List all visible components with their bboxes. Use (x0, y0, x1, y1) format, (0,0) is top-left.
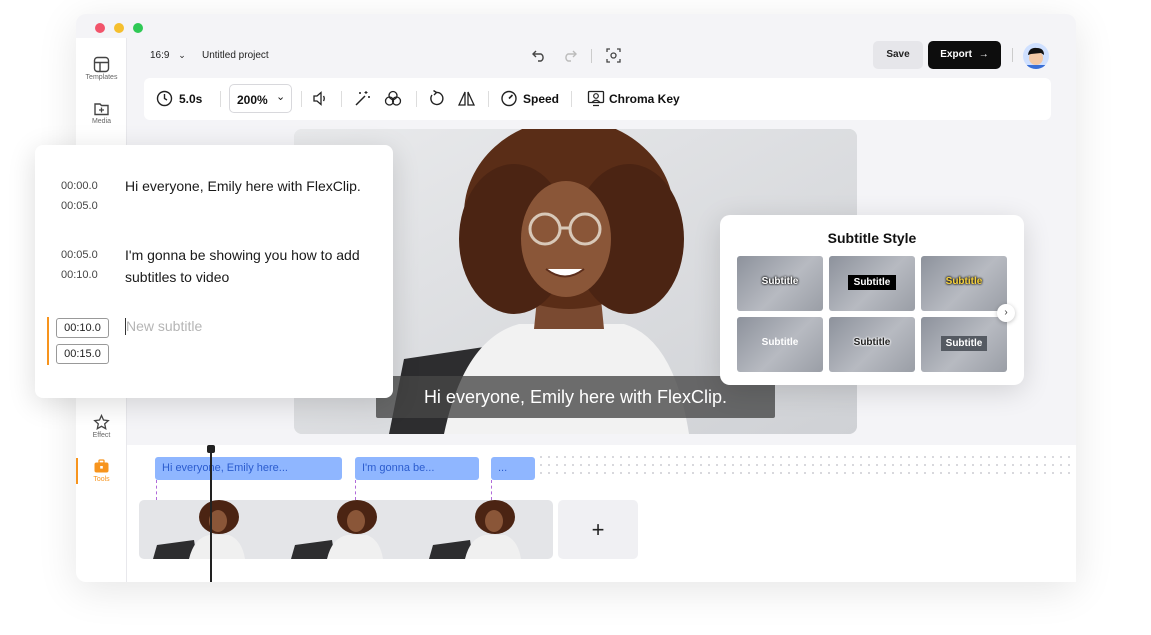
subtitle-clip[interactable]: ... (491, 457, 535, 480)
toolbar-divider (220, 91, 221, 107)
preview-caption[interactable]: Hi everyone, Emily here with FlexClip. (376, 376, 775, 418)
toolbar-divider (301, 91, 302, 107)
sidebar-label-tools: Tools (93, 476, 110, 483)
style-tile-label: Subtitle (853, 337, 891, 348)
sidebar-label-templates: Templates (85, 74, 118, 81)
style-tile-black-box[interactable]: Subtitle (829, 256, 915, 311)
subtitle-start-time[interactable]: 00:05.0 (61, 249, 98, 261)
new-subtitle-start-input[interactable]: 00:10.0 (56, 318, 109, 338)
style-tile-label: Subtitle (761, 276, 799, 287)
subtitle-end-time[interactable]: 00:05.0 (61, 200, 98, 212)
style-tile-label: Subtitle (941, 336, 987, 351)
edit-toolbar: 5.0s 200% ⌄ Speed Chroma Key (144, 78, 1051, 120)
redo-icon[interactable] (563, 49, 577, 62)
style-next-button[interactable]: › (997, 304, 1015, 322)
chevron-down-icon: ⌄ (276, 91, 286, 103)
sidebar-item-tools[interactable]: Tools (76, 458, 127, 483)
editing-indicator (47, 317, 49, 365)
filter-icon[interactable] (384, 90, 402, 107)
flip-icon[interactable] (457, 90, 476, 107)
speed-icon (501, 90, 517, 107)
style-tile-label: Subtitle (848, 275, 896, 290)
style-tile-white-outline[interactable]: Subtitle (829, 317, 915, 372)
chroma-key-icon (587, 90, 605, 107)
sidebar-label-media: Media (91, 118, 112, 125)
playhead[interactable] (210, 446, 212, 582)
new-subtitle-end-input[interactable]: 00:15.0 (56, 344, 109, 364)
toolbar-divider (341, 91, 342, 107)
subtitle-start-time[interactable]: 00:00.0 (61, 180, 98, 192)
toolbar-divider (488, 91, 489, 107)
duration-value[interactable]: 5.0s (179, 92, 202, 106)
project-name[interactable]: Untitled project (202, 50, 269, 61)
topbar-divider-right (1012, 48, 1013, 62)
style-tile-plain[interactable]: Subtitle (737, 317, 823, 372)
subtitle-style-title: Subtitle Style (827, 230, 917, 246)
style-tile-outline[interactable]: Subtitle (737, 256, 823, 311)
style-tile-label: Subtitle (761, 337, 799, 348)
aspect-ratio-value: 16:9 (150, 50, 170, 61)
style-tile-gray-box[interactable]: Subtitle (921, 317, 1007, 372)
subtitle-list-panel: 00:00.0 00:05.0 Hi everyone, Emily here … (35, 145, 393, 398)
clip-marker (355, 480, 356, 500)
chevron-down-icon: ⌄ (178, 50, 186, 60)
subtitle-clip[interactable]: Hi everyone, Emily here... (155, 457, 342, 480)
video-thumbnails (139, 500, 553, 559)
save-button[interactable]: Save (873, 41, 923, 69)
subtitle-clip[interactable]: I'm gonna be... (355, 457, 479, 480)
clip-marker (156, 480, 157, 500)
zoom-select[interactable]: 200% ⌄ (229, 84, 292, 113)
sidebar-item-effect[interactable]: Effect (76, 414, 127, 439)
style-tile-yellow[interactable]: Subtitle (921, 256, 1007, 311)
effect-icon (93, 414, 110, 430)
subtitle-text[interactable]: Hi everyone, Emily here with FlexClip. (125, 175, 385, 197)
templates-icon (93, 56, 110, 73)
media-icon (94, 103, 109, 116)
topbar-divider (591, 49, 592, 63)
chevron-right-icon: › (1004, 307, 1008, 318)
style-tile-label: Subtitle (945, 276, 983, 287)
screenshot-icon[interactable] (606, 48, 621, 63)
avatar-icon (1027, 47, 1045, 69)
add-clip-button[interactable]: + (558, 500, 638, 559)
toolbar-divider (416, 91, 417, 107)
subtitle-end-time[interactable]: 00:10.0 (61, 269, 98, 281)
magic-wand-icon[interactable] (354, 90, 371, 107)
clip-marker (491, 480, 492, 500)
maximize-window-dot[interactable] (133, 23, 143, 33)
minimize-window-dot[interactable] (114, 23, 124, 33)
sidebar-label-effect: Effect (92, 432, 111, 439)
new-subtitle-input[interactable]: New subtitle (126, 318, 202, 334)
sidebar-item-templates[interactable]: Templates (76, 56, 127, 81)
close-window-dot[interactable] (95, 23, 105, 33)
video-track[interactable] (139, 500, 553, 559)
rotate-icon[interactable] (428, 90, 445, 107)
sidebar-item-media[interactable]: Media (76, 100, 127, 125)
zoom-value: 200% (237, 93, 268, 107)
subtitle-text[interactable]: I'm gonna be showing you how to add subt… (125, 244, 385, 288)
timeline-dots (537, 453, 1072, 479)
speed-button[interactable]: Speed (523, 92, 559, 106)
arrow-right-icon: → (978, 49, 989, 60)
export-label: Export (940, 49, 972, 60)
export-button[interactable]: Export → (928, 41, 1001, 69)
avatar[interactable] (1023, 43, 1049, 69)
playhead-handle[interactable] (207, 445, 215, 453)
subtitle-style-panel: Subtitle Style Subtitle Subtitle Subtitl… (720, 215, 1024, 385)
clock-icon (156, 90, 173, 107)
tools-icon (94, 459, 109, 473)
undo-icon[interactable] (532, 49, 546, 62)
aspect-ratio-select[interactable]: 16:9 ⌄ (150, 50, 186, 61)
volume-icon[interactable] (312, 90, 329, 107)
toolbar-divider (571, 91, 572, 107)
chroma-key-button[interactable]: Chroma Key (609, 92, 680, 106)
